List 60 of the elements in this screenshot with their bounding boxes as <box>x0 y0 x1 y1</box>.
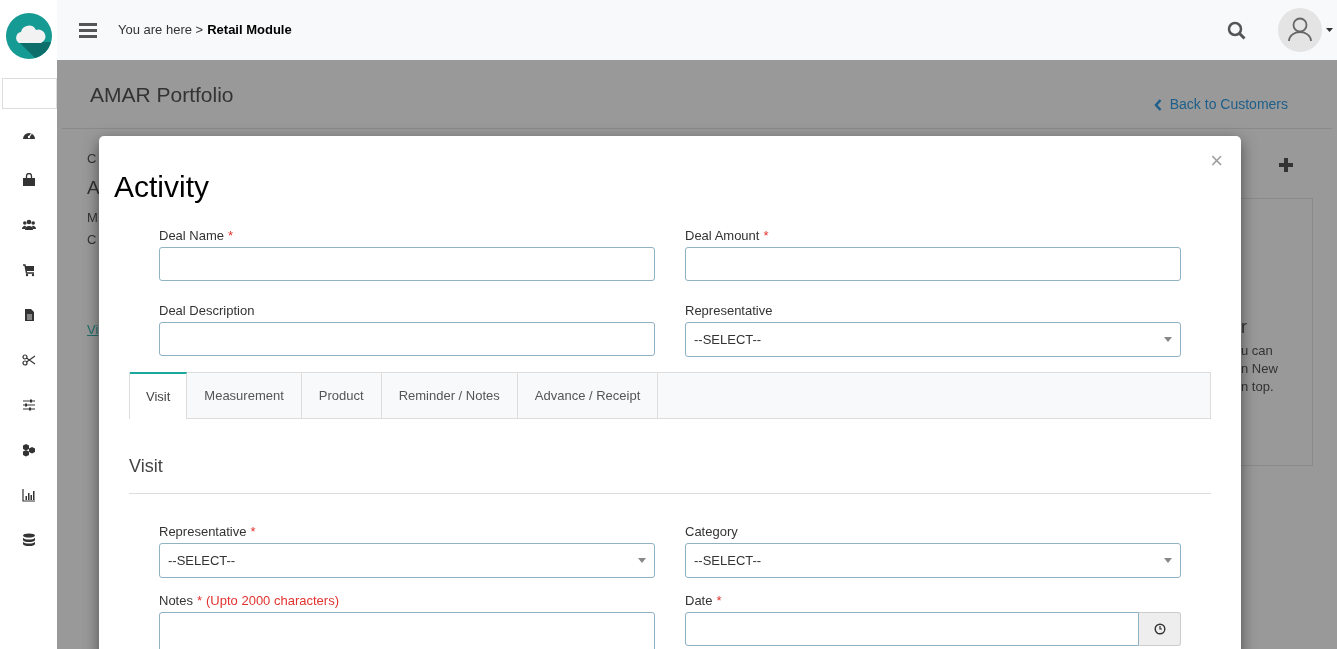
scissors-icon[interactable] <box>21 353 36 367</box>
cubes-icon[interactable] <box>21 443 36 457</box>
modal-title: Activity <box>114 169 209 205</box>
field-hint: (Upto 2000 characters) <box>206 592 339 609</box>
sliders-icon[interactable] <box>21 398 36 412</box>
caret-icon[interactable] <box>1326 28 1333 32</box>
cloud-logo[interactable] <box>4 12 53 60</box>
section-title: Visit <box>129 455 164 478</box>
clock-icon <box>1153 623 1166 635</box>
user-avatar-icon[interactable] <box>1278 8 1322 52</box>
text-fragment: n New <box>1241 360 1278 378</box>
select-field[interactable]: --SELECT-- <box>159 543 655 578</box>
text-fragment: u can <box>1241 342 1274 360</box>
caret-icon <box>1164 337 1172 342</box>
input-field[interactable] <box>159 322 655 356</box>
tab[interactable]: Advance / Receipt <box>517 373 659 418</box>
plus-icon[interactable] <box>1279 158 1293 172</box>
database-icon[interactable] <box>21 533 36 547</box>
field-label: Representative <box>159 523 247 540</box>
users-icon[interactable] <box>21 218 36 232</box>
bar-chart-icon[interactable] <box>21 488 36 502</box>
text-fragment: M <box>87 208 99 227</box>
tab[interactable]: Product <box>301 373 382 418</box>
cart-icon[interactable] <box>21 263 36 277</box>
tab[interactable]: Visit <box>130 372 188 419</box>
field-label: Representative <box>685 302 773 319</box>
breadcrumb-label: You are here > <box>118 21 204 40</box>
field-label: Category <box>685 523 738 540</box>
text-fragment: n top. <box>1241 378 1275 396</box>
search-field[interactable] <box>2 78 57 109</box>
shopping-bag-icon[interactable] <box>21 173 36 187</box>
required-mark: * <box>196 592 203 609</box>
field-label: Date <box>685 592 713 609</box>
field-label: Deal Name <box>159 227 225 244</box>
menu-icon[interactable] <box>79 22 97 38</box>
search-icon[interactable] <box>1227 20 1246 40</box>
tab[interactable]: Reminder / Notes <box>381 373 518 418</box>
input-field[interactable] <box>159 247 655 281</box>
caret-icon <box>1164 558 1172 563</box>
required-mark: * <box>228 227 234 244</box>
page-title: AMAR Portfolio <box>90 81 234 108</box>
text-fragment: r <box>1241 318 1248 336</box>
clock-button[interactable] <box>1139 612 1181 646</box>
tab[interactable]: Measurement <box>187 373 302 418</box>
field-label: Deal Amount <box>685 227 760 244</box>
input-field[interactable] <box>685 247 1181 281</box>
required-mark: * <box>716 592 722 609</box>
text-fragment: C <box>87 150 98 168</box>
select-field[interactable]: --SELECT-- <box>685 543 1181 578</box>
required-mark: * <box>763 227 769 244</box>
breadcrumb-link[interactable]: Retail Module <box>207 20 292 40</box>
text-fragment: A <box>87 176 100 200</box>
field-label: Notes <box>159 592 193 609</box>
date-field[interactable] <box>685 612 1139 646</box>
required-mark: * <box>250 523 256 540</box>
select-field[interactable]: --SELECT-- <box>685 322 1181 357</box>
text-fragment: C <box>87 230 98 249</box>
field-label: Deal Description <box>159 302 255 319</box>
caret-icon <box>638 558 646 563</box>
chevron-left-icon <box>1153 98 1162 111</box>
